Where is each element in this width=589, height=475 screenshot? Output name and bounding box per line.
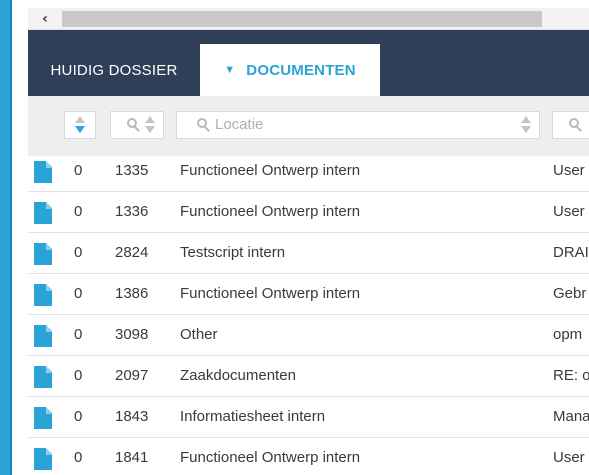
sort-arrows-icon — [521, 116, 531, 136]
document-icon — [34, 161, 52, 183]
table-row[interactable]: 0 1336 Functioneel Ontwerp intern User — [28, 192, 589, 233]
left-accent-stripe — [0, 0, 10, 475]
row-number: 1386 — [115, 285, 149, 302]
row-extra: Gebr — [553, 285, 587, 302]
row-number: 2824 — [115, 244, 149, 261]
row-extra: Mana — [553, 408, 589, 425]
document-icon — [34, 325, 52, 347]
filter-bar: Locatie — [28, 96, 589, 156]
scroll-left-arrow-icon[interactable]: ‹ — [28, 8, 62, 30]
sort-arrows-icon — [75, 116, 85, 136]
row-count: 0 — [74, 367, 83, 384]
tab-documenten-label: DOCUMENTEN — [246, 61, 356, 79]
caret-down-icon: ▼ — [224, 64, 236, 76]
document-icon — [34, 243, 52, 265]
tab-huidig-dossier-label: HUIDIG DOSSIER — [50, 61, 178, 79]
location-filter[interactable]: Locatie — [176, 111, 540, 139]
document-icon — [34, 448, 52, 470]
table-row[interactable]: 0 2097 Zaakdocumenten RE: o — [28, 356, 589, 397]
row-extra: DRAI — [553, 244, 589, 261]
row-number: 1841 — [115, 449, 149, 466]
search-icon — [197, 118, 211, 132]
row-number: 1843 — [115, 408, 149, 425]
document-icon — [34, 407, 52, 429]
document-list: 0 1335 Functioneel Ontwerp intern User 0… — [28, 151, 589, 475]
tab-documenten[interactable]: ▼ DOCUMENTEN — [200, 44, 380, 96]
document-icon — [34, 284, 52, 306]
row-count: 0 — [74, 285, 83, 302]
row-type: Other — [180, 326, 218, 343]
search-icon — [127, 118, 141, 132]
row-count: 0 — [74, 244, 83, 261]
row-extra: RE: o — [553, 367, 589, 384]
row-count: 0 — [74, 326, 83, 343]
row-number: 3098 — [115, 326, 149, 343]
row-extra: opm — [553, 326, 583, 343]
row-number: 1335 — [115, 162, 149, 179]
sort-toggle[interactable] — [64, 111, 96, 139]
row-extra: User — [553, 449, 585, 466]
table-row[interactable]: 0 1335 Functioneel Ontwerp intern User — [28, 151, 589, 192]
table-row[interactable]: 0 1841 Functioneel Ontwerp intern User — [28, 438, 589, 475]
row-number: 1336 — [115, 203, 149, 220]
document-icon — [34, 366, 52, 388]
row-number: 2097 — [115, 367, 149, 384]
row-type: Informatiesheet intern — [180, 408, 326, 425]
scrollbar-thumb[interactable] — [62, 11, 542, 27]
next-filter[interactable] — [552, 111, 589, 139]
sort-arrows-icon — [145, 116, 155, 136]
row-type: Functioneel Ontwerp intern — [180, 285, 361, 302]
row-count: 0 — [74, 162, 83, 179]
table-row[interactable]: 0 1386 Functioneel Ontwerp intern Gebr — [28, 274, 589, 315]
row-count: 0 — [74, 449, 83, 466]
table-row[interactable]: 0 1843 Informatiesheet intern Mana — [28, 397, 589, 438]
search-icon — [569, 118, 583, 132]
tab-huidig-dossier[interactable]: HUIDIG DOSSIER — [28, 44, 200, 96]
row-extra: User — [553, 162, 585, 179]
document-icon — [34, 202, 52, 224]
number-filter[interactable] — [110, 111, 164, 139]
row-count: 0 — [74, 408, 83, 425]
row-extra: User — [553, 203, 585, 220]
row-count: 0 — [74, 203, 83, 220]
horizontal-scrollbar[interactable]: ‹ — [28, 8, 589, 30]
location-placeholder: Locatie — [215, 116, 264, 133]
row-type: Zaakdocumenten — [180, 367, 296, 384]
row-type: Functioneel Ontwerp intern — [180, 203, 361, 220]
table-row[interactable]: 0 2824 Testscript intern DRAI — [28, 233, 589, 274]
tab-bar: HUIDIG DOSSIER ▼ DOCUMENTEN — [28, 30, 589, 96]
row-type: Testscript intern — [180, 244, 286, 261]
row-type: Functioneel Ontwerp intern — [180, 449, 361, 466]
table-row[interactable]: 0 3098 Other opm — [28, 315, 589, 356]
left-accent-edge — [10, 0, 12, 475]
row-type: Functioneel Ontwerp intern — [180, 162, 361, 179]
